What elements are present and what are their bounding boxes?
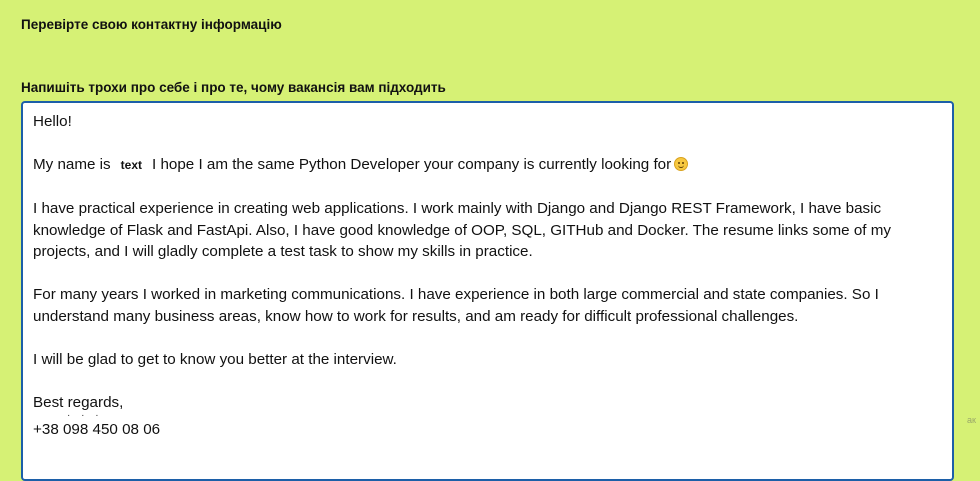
letter-paragraph-experience: I have practical experience in creating … — [33, 200, 891, 260]
intro-prefix: My name is — [33, 156, 111, 173]
intro-suffix: I hope I am the same Python Developer yo… — [152, 156, 672, 173]
resize-hint: ак — [967, 415, 976, 425]
letter-greeting: Hello! — [33, 113, 72, 130]
letter-phone: +38 098 450 08 06 — [33, 421, 161, 438]
cover-letter-textarea[interactable]: Hello! My name is text I hope I am the sam… — [21, 101, 954, 481]
contact-info-heading: Перевірте свою контактну інформацію — [21, 17, 282, 32]
letter-intro-line: My name is text I hope I am the same Pytho… — [33, 154, 942, 177]
letter-closing: Best regards, — [33, 393, 124, 411]
letter-paragraph-interview: I will be glad to get to know you better… — [33, 350, 397, 368]
about-yourself-heading: Напишіть трохи про себе і про те, чому в… — [21, 80, 446, 95]
slightly-smiling-face-icon — [674, 157, 689, 171]
letter-paragraph-marketing: For many years I worked in marketing com… — [33, 286, 879, 325]
name-placeholder: text — [120, 158, 142, 172]
